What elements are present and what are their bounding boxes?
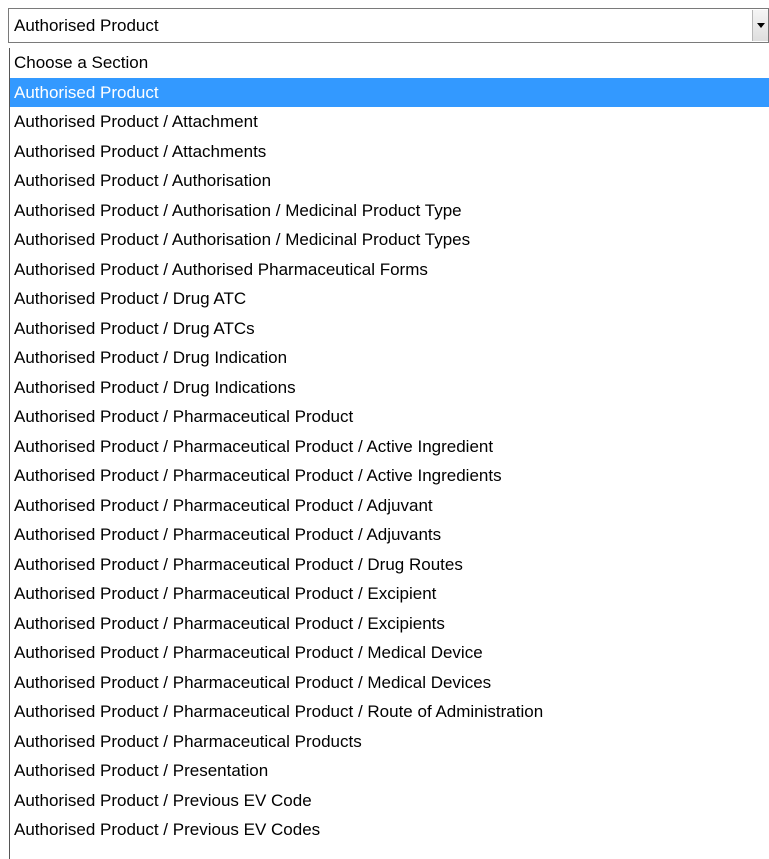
dropdown-option[interactable]: Choose a Section [10, 48, 769, 78]
dropdown-option[interactable]: Authorised Product / Pharmaceutical Prod… [10, 609, 769, 639]
dropdown-option[interactable]: Authorised Product / Pharmaceutical Prod… [10, 550, 769, 580]
dropdown-option[interactable]: Authorised Product / Drug ATCs [10, 314, 769, 344]
dropdown-option[interactable]: Authorised Product / Pharmaceutical Prod… [10, 491, 769, 521]
dropdown-option[interactable]: Authorised Product / Attachment [10, 107, 769, 137]
dropdown-option-selected[interactable]: Authorised Product [10, 77, 769, 107]
dropdown-option[interactable]: Authorised Product / Attachments [10, 137, 769, 167]
dropdown-option[interactable]: Authorised Product / Previous EV Code [10, 786, 769, 816]
dropdown-option[interactable]: Authorised Product / Authorised Pharmace… [10, 255, 769, 285]
dropdown-option[interactable]: Authorised Product / Authorisation / Med… [10, 196, 769, 226]
dropdown-option[interactable]: Authorised Product / Pharmaceutical Prod… [10, 461, 769, 491]
dropdown-option[interactable]: Authorised Product / Authorisation / Med… [10, 225, 769, 255]
dropdown-option[interactable]: Authorised Product / Pharmaceutical Prod… [10, 402, 769, 432]
dropdown-option[interactable]: Authorised Product / Authorisation [10, 166, 769, 196]
dropdown-option[interactable]: Authorised Product / Pharmaceutical Prod… [10, 579, 769, 609]
dropdown-option[interactable]: Authorised Product / Pharmaceutical Prod… [10, 520, 769, 550]
dropdown-option[interactable]: Authorised Product / Presentation [10, 756, 769, 786]
dropdown-list[interactable]: Choose a Section Authorised Product Author… [9, 48, 769, 859]
dropdown-option[interactable]: Authorised Product / Pharmaceutical Prod… [10, 668, 769, 698]
dropdown-option[interactable]: Authorised Product / Drug ATC [10, 284, 769, 314]
dropdown-option[interactable]: Authorised Product / Pharmaceutical Prod… [10, 697, 769, 727]
dropdown-button[interactable] [752, 10, 768, 41]
dropdown-option[interactable]: Authorised Product / Pharmaceutical Prod… [10, 432, 769, 462]
dropdown-option[interactable]: Authorised Product / Drug Indications [10, 373, 769, 403]
dropdown-option[interactable]: Authorised Product / Previous EV Codes [10, 815, 769, 845]
section-select[interactable]: Authorised Product [8, 8, 769, 43]
dropdown-option[interactable]: Authorised Product / Pharmaceutical Prod… [10, 727, 769, 757]
dropdown-option[interactable]: Authorised Product / Drug Indication [10, 343, 769, 373]
chevron-down-icon [757, 23, 765, 28]
dropdown-option[interactable]: Authorised Product / Pharmaceutical Prod… [10, 638, 769, 668]
section-select-value: Authorised Product [14, 16, 159, 35]
